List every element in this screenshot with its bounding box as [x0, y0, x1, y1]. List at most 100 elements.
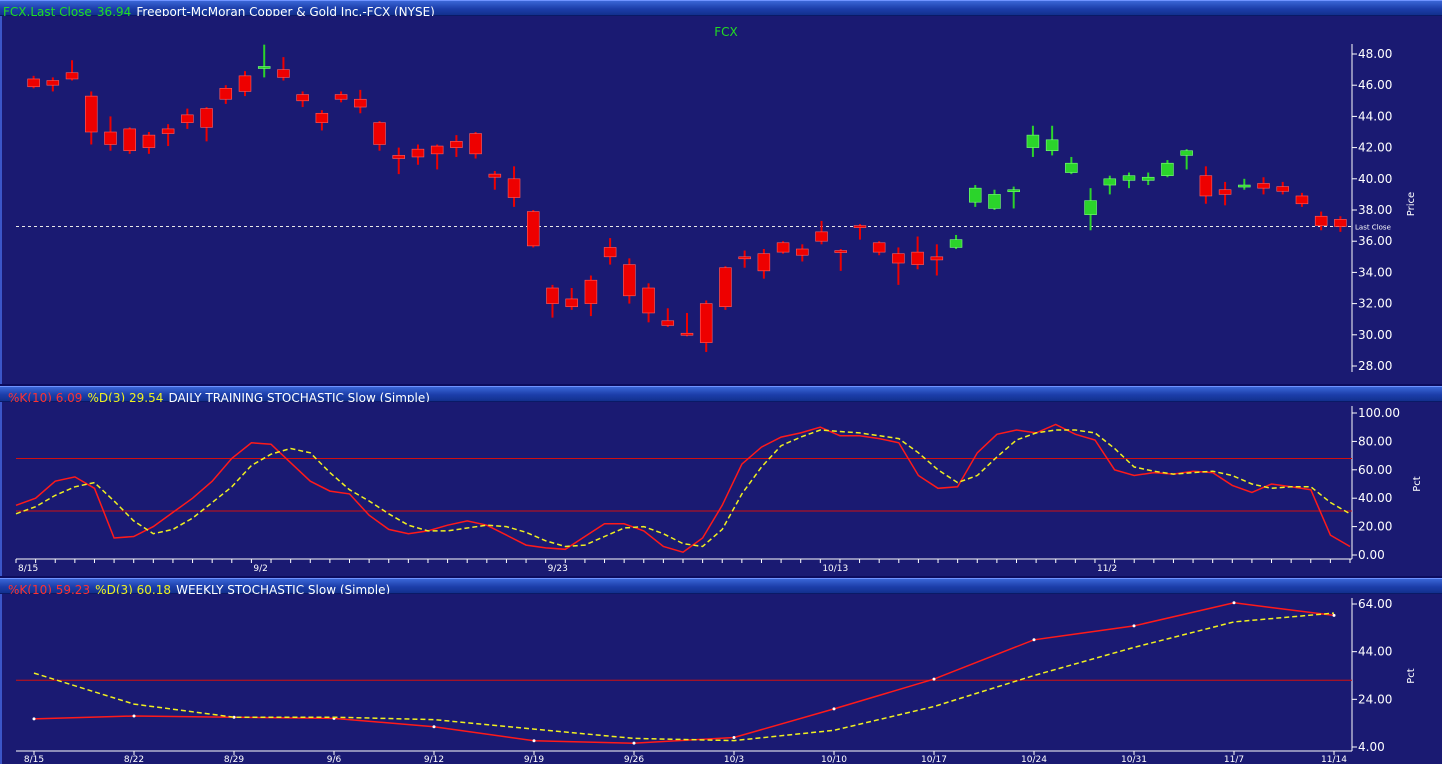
candle-body: [1334, 219, 1347, 227]
candle-body: [872, 242, 886, 253]
x-tick-label: 10/10: [821, 755, 847, 764]
y-tick-label: 34.00: [1358, 265, 1392, 279]
y-axis-label: Price: [1406, 192, 1417, 216]
x-tick-label: 9/6: [327, 755, 342, 764]
candle-body: [1257, 183, 1270, 189]
candle-body: [1007, 189, 1020, 193]
candle-body: [1084, 200, 1097, 215]
k-data-point: [932, 677, 936, 681]
x-tick-label: 10/17: [921, 755, 947, 764]
candle-body: [85, 95, 98, 133]
x-tick-label: 8/15: [24, 755, 44, 764]
weekly-stochastic-panel[interactable]: 64.00 44.00 24.00 4.00 Pct 8/15 8/22 8/29 9/6 9/1…: [0, 594, 1442, 764]
y-tick-label: 44.00: [1358, 109, 1392, 123]
candle-body: [46, 80, 60, 86]
d-line-series: [33, 612, 1335, 742]
candle-body: [738, 256, 751, 260]
y-tick-label: 40.00: [1358, 491, 1392, 505]
y-tick-label: 32.00: [1358, 297, 1392, 311]
candle-body: [699, 303, 713, 343]
candle-body: [757, 253, 771, 272]
candle-body: [219, 88, 233, 100]
x-tick-label: 8/15: [18, 564, 38, 574]
price-panel[interactable]: FCX 48.00 46.00 44.00 42.00 40.00 38.00 36.00 34…: [0, 16, 1442, 384]
x-tick-label: 10/31: [1121, 755, 1147, 764]
candle-body: [354, 98, 367, 108]
candle-body: [296, 94, 309, 102]
y-tick-label: 48.00: [1358, 47, 1392, 61]
k-line-series: [33, 602, 1335, 744]
y-tick-label: 60.00: [1358, 463, 1392, 477]
x-tick-label: 9/19: [524, 755, 544, 764]
y-tick-label: 30.00: [1358, 328, 1392, 342]
y-tick-label: 0.00: [1358, 548, 1385, 562]
d-line-series: [15, 429, 1351, 548]
candle-body: [392, 155, 405, 159]
k-data-point: [732, 735, 736, 739]
candle-body: [815, 231, 828, 242]
k-data-point: [32, 717, 36, 721]
candle-body: [65, 72, 79, 80]
candle-body: [334, 94, 348, 100]
y-tick-label: 38.00: [1358, 203, 1392, 217]
price-chart[interactable]: FCX 48.00 46.00 44.00 42.00 40.00 38.00 36.00 34…: [2, 16, 1442, 384]
candle-body: [584, 279, 598, 304]
candle-body: [834, 250, 847, 253]
y-tick-label: 28.00: [1358, 359, 1392, 373]
candle-body: [1218, 189, 1232, 195]
k-data-point: [432, 725, 436, 729]
daily-title-bar: %K(10) 6.09 %D(3) 29.54 DAILY TRAINING S…: [0, 386, 1442, 405]
y-tick-label: 4.00: [1358, 740, 1385, 754]
x-tick-label: 10/3: [724, 755, 744, 764]
candle-body: [373, 122, 386, 145]
y-tick-label: 64.00: [1358, 597, 1392, 611]
candle-body: [315, 112, 329, 123]
candle-body: [565, 298, 578, 308]
x-tick-label: 9/12: [424, 755, 444, 764]
weekly-stochastic-chart[interactable]: 64.00 44.00 24.00 4.00 Pct 8/15 8/22 8/29 9/6 9/1…: [2, 594, 1442, 764]
candle-body: [623, 264, 636, 297]
daily-stochastic-chart[interactable]: 100.00 80.00 60.00 40.00 20.00 0.00 Pct 8/15 9/2…: [2, 402, 1442, 576]
x-tick-label: 8/22: [124, 755, 144, 764]
daily-stochastic-panel[interactable]: 100.00 80.00 60.00 40.00 20.00 0.00 Pct 8/15 9/2…: [0, 402, 1442, 576]
candle-body: [1180, 150, 1193, 156]
candle-body: [1238, 184, 1251, 188]
last-close-label: Last Close: [1355, 224, 1391, 232]
candle-body: [1045, 139, 1059, 152]
candle-body: [430, 145, 444, 155]
y-tick-label: 80.00: [1358, 434, 1392, 448]
candle-body: [277, 69, 290, 78]
candle-body: [930, 256, 944, 261]
candle-body: [642, 287, 655, 314]
x-tick-label: 9/2: [253, 564, 267, 574]
candle-body: [1161, 162, 1174, 176]
y-tick-label: 42.00: [1358, 141, 1392, 155]
candle-body: [200, 108, 213, 128]
candle-body: [488, 173, 502, 178]
x-tick-label: 10/13: [822, 564, 848, 574]
k-data-point: [1132, 624, 1136, 628]
candle-body: [1199, 175, 1213, 197]
candle-body: [911, 251, 924, 265]
weekly-title-bar: %K(10) 59.23 %D(3) 60.18 WEEKLY STOCHAST…: [0, 578, 1442, 597]
candle-body: [546, 287, 559, 304]
k-data-point: [532, 739, 536, 743]
x-tick-label: 11/14: [1321, 755, 1347, 764]
candle-body: [603, 247, 617, 258]
k-data-point: [1332, 613, 1336, 617]
y-tick-label: 36.00: [1358, 234, 1392, 248]
candle-body: [1026, 134, 1040, 148]
candle-body: [949, 239, 963, 248]
candle-body: [527, 211, 540, 247]
y-tick-label: 44.00: [1358, 645, 1392, 659]
candle-body: [450, 141, 463, 148]
y-axis-label: Pct: [1412, 476, 1423, 492]
x-tick-label: 8/29: [224, 755, 244, 764]
k-line-series: [15, 423, 1351, 554]
candle-body: [776, 242, 790, 253]
candle-body: [892, 253, 905, 264]
x-tick-label: 10/24: [1021, 755, 1047, 764]
candle-body: [1103, 178, 1117, 186]
candle-body: [123, 128, 136, 152]
x-tick-label: 9/26: [624, 755, 644, 764]
